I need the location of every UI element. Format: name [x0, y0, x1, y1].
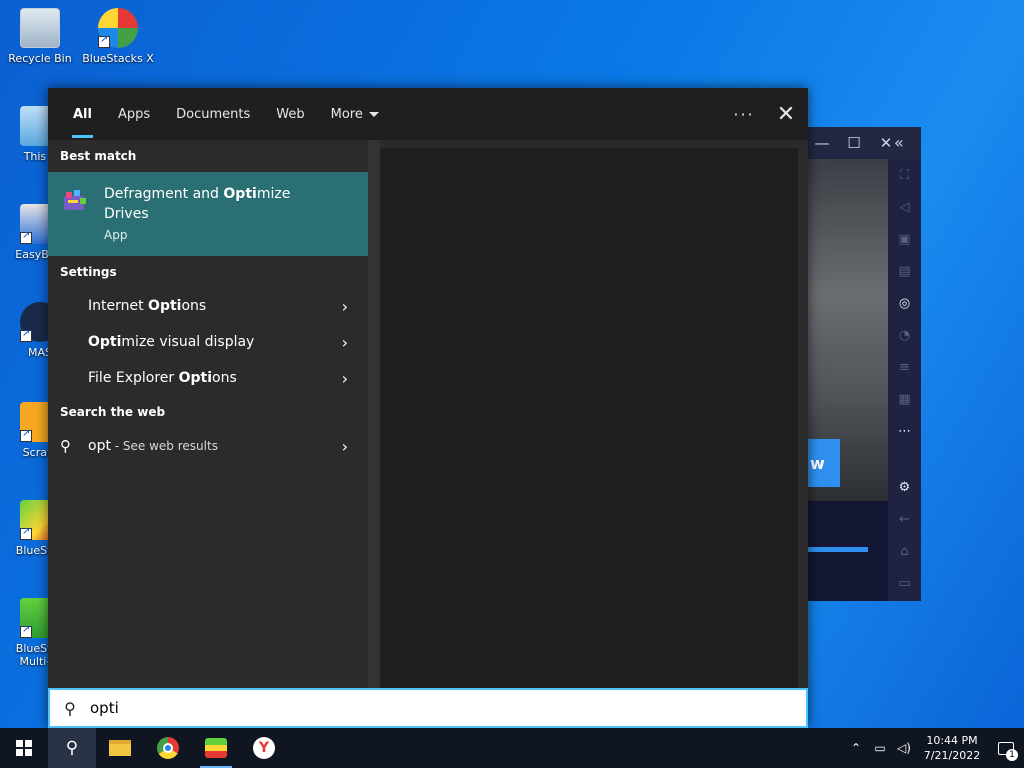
- taskbar-file-explorer[interactable]: [96, 728, 144, 768]
- maximize-button[interactable]: ☐: [838, 134, 870, 152]
- search-icon: ⚲: [64, 698, 76, 718]
- chevron-right-icon: ›: [341, 332, 348, 352]
- keyboard-icon[interactable]: ▤: [888, 255, 921, 287]
- taskbar-yandex[interactable]: Y: [240, 728, 288, 768]
- close-button[interactable]: ✕: [764, 102, 808, 127]
- bluestacks-sidebar: ⛶ ◁ ▣ ▤ ◎ ◔ ≡ ▦ ⋯ ⚙ ← ⌂ ▭: [888, 159, 921, 601]
- search-box[interactable]: ⚲: [48, 688, 808, 728]
- volume-icon[interactable]: ◁): [892, 741, 916, 755]
- desktop-icon-label: Recycle Bin: [8, 52, 72, 65]
- macro-icon[interactable]: ◔: [888, 319, 921, 351]
- desktop-icon-label: BlueStacks X: [82, 52, 154, 65]
- fullscreen-icon[interactable]: ⛶: [888, 159, 921, 191]
- settings-result-file-explorer-options[interactable]: File Explorer Options ›: [48, 360, 368, 396]
- panel-divider: [368, 140, 380, 688]
- taskbar-search-button[interactable]: ⚲: [48, 728, 96, 768]
- search-tab-bar: All Apps Documents Web More ··· ✕: [48, 88, 808, 140]
- multi-instance-icon[interactable]: ≡: [888, 351, 921, 383]
- settings-result-internet-options[interactable]: Internet Options ›: [48, 288, 368, 324]
- network-icon[interactable]: ▭: [868, 741, 892, 755]
- back-icon[interactable]: ←: [888, 503, 921, 535]
- home-icon[interactable]: ⌂: [888, 535, 921, 567]
- rotate-icon[interactable]: ◎: [888, 287, 921, 319]
- clock-date: 7/21/2022: [923, 749, 981, 762]
- clock[interactable]: 10:44 PM 7/21/2022: [916, 733, 988, 763]
- more-icon[interactable]: ⋯: [888, 415, 921, 447]
- best-match-result[interactable]: Defragment and Optimize Drives App: [48, 172, 368, 256]
- best-match-title: Defragment and Optimize Drives: [104, 186, 291, 222]
- settings-icon: [60, 369, 78, 387]
- volume-icon[interactable]: ◁: [888, 191, 921, 223]
- settings-icon: [60, 333, 78, 351]
- collapse-sidebar-button[interactable]: «: [894, 133, 904, 152]
- folder-icon: [109, 740, 131, 756]
- bluestacks-icon: [205, 738, 227, 758]
- tab-documents[interactable]: Documents: [163, 88, 263, 140]
- recycle-bin-icon: [20, 8, 60, 48]
- desktop-icon-recycle-bin[interactable]: Recycle Bin: [2, 8, 78, 65]
- preview-pane: [380, 148, 798, 688]
- windows-logo-icon: [16, 740, 32, 756]
- settings-result-optimize-visual-display[interactable]: Optimize visual display ›: [48, 324, 368, 360]
- progress-bar: [808, 547, 868, 552]
- tab-apps[interactable]: Apps: [105, 88, 163, 140]
- media-icon[interactable]: ▣: [888, 223, 921, 255]
- yandex-browser-icon: Y: [253, 737, 275, 759]
- fps-icon[interactable]: ▦: [888, 383, 921, 415]
- minimize-button[interactable]: —: [806, 134, 838, 152]
- web-search-result[interactable]: ⚲ opt - See web results ›: [48, 428, 368, 464]
- chevron-right-icon: ›: [341, 296, 348, 316]
- system-tray: ⌃ ▭ ◁) 10:44 PM 7/21/2022 1: [844, 728, 1024, 768]
- taskbar-chrome[interactable]: [144, 728, 192, 768]
- start-button[interactable]: [0, 728, 48, 768]
- tab-web[interactable]: Web: [263, 88, 317, 140]
- section-heading-search-web: Search the web: [60, 405, 166, 419]
- bluestacks-x-icon: [98, 8, 138, 48]
- search-panel: All Apps Documents Web More ··· ✕ Best m…: [48, 88, 808, 728]
- desktop-icon-bluestacks-x[interactable]: BlueStacks X: [80, 8, 156, 65]
- bluestacks-lower-panel: [806, 501, 888, 601]
- bluestacks-play-button[interactable]: w: [806, 439, 840, 487]
- best-match-type: App: [104, 228, 128, 242]
- settings-icon: [60, 297, 78, 315]
- bluestacks-game-view[interactable]: w: [806, 159, 888, 501]
- section-heading-best-match: Best match: [60, 149, 137, 163]
- chevron-up-icon[interactable]: ⌃: [844, 741, 868, 755]
- notification-count: 1: [1006, 749, 1018, 761]
- bluestacks-window[interactable]: — ☐ ✕ « w ⛶ ◁ ▣ ▤ ◎ ◔ ≡ ▦ ⋯ ⚙ ← ⌂ ▭: [806, 127, 921, 601]
- chevron-right-icon: ›: [341, 368, 348, 388]
- recent-apps-icon[interactable]: ▭: [888, 567, 921, 599]
- section-heading-settings: Settings: [60, 265, 117, 279]
- taskbar-bluestacks[interactable]: [192, 728, 240, 768]
- defragment-icon: [64, 190, 86, 210]
- search-icon: ⚲: [60, 437, 71, 455]
- taskbar: ⚲ Y ⌃ ▭ ◁) 10:44 PM 7/21/2022 1: [0, 728, 1024, 768]
- search-icon: ⚲: [65, 738, 79, 758]
- chevron-down-icon: [368, 111, 379, 117]
- notification-center-button[interactable]: 1: [988, 728, 1024, 768]
- tab-all[interactable]: All: [60, 88, 105, 140]
- gear-icon[interactable]: ⚙: [888, 471, 921, 503]
- search-input[interactable]: [90, 692, 806, 724]
- chrome-icon: [157, 737, 179, 759]
- tab-more-label: More: [330, 106, 363, 122]
- more-options-button[interactable]: ···: [724, 105, 764, 124]
- chevron-right-icon: ›: [341, 436, 348, 456]
- clock-time: 10:44 PM: [926, 734, 978, 747]
- tab-more[interactable]: More: [318, 88, 392, 140]
- results-list: Best match Defragment and Optimize Drive…: [48, 140, 368, 688]
